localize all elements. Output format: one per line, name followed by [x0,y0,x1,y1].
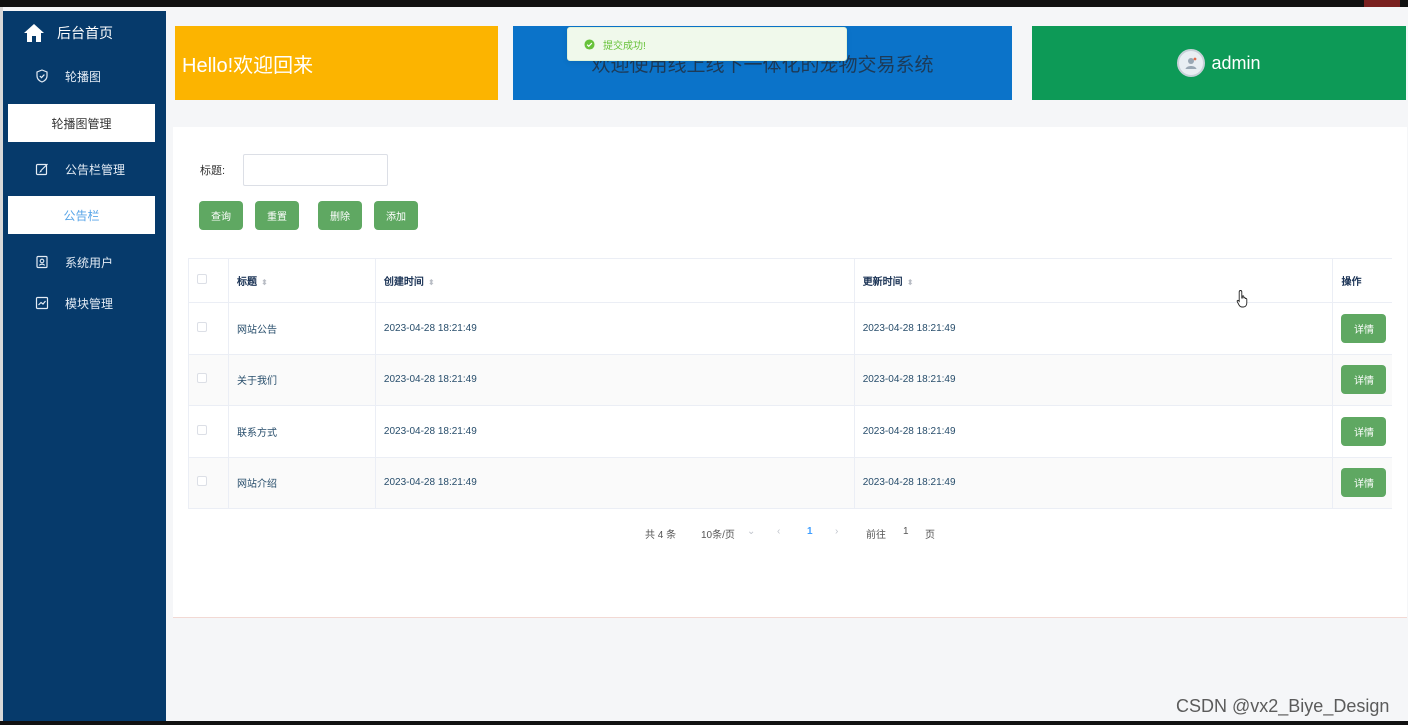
next-page-icon[interactable]: › [835,526,838,537]
chevron-down-icon[interactable]: ⌄ [747,526,755,537]
sort-icon[interactable]: ⬍ [428,278,435,287]
success-check-icon [584,38,595,50]
query-button[interactable]: 查询 [199,201,243,230]
cell-created: 2023-04-28 18:21:49 [375,405,855,458]
row-select-cell [188,302,229,355]
sidebar: 后台首页 轮播图 轮播图管理 公告栏管理 公告栏 系统用户 模块管理 [3,11,166,721]
column-title-label: 标题 [236,277,257,288]
row-checkbox[interactable] [197,321,207,332]
column-header-updated[interactable]: 更新时间 ⬍ [854,258,1334,303]
detail-button[interactable]: 详情 [1341,313,1387,343]
goto-suffix: 页 [925,530,935,541]
edit-icon [35,163,48,176]
table-row: 联系方式 2023-04-28 18:21:49 2023-04-28 18:2… [188,405,1392,458]
select-all-cell [188,258,229,303]
shield-icon [36,69,48,83]
home-icon [24,24,44,42]
search-title-label: 标题: [200,165,226,177]
goto-page-input[interactable]: 1 [903,526,909,537]
sidebar-item-notice-manage[interactable]: 公告栏管理 [3,149,166,189]
hand-cursor-icon [1236,290,1248,308]
column-header-title[interactable]: 标题 ⬍ [228,258,376,303]
search-title-input[interactable] [243,154,388,186]
cell-action: 详情 [1332,457,1392,509]
delete-button[interactable]: 删除 [318,201,362,230]
sidebar-subitem-label: 轮播图管理 [51,116,112,131]
cell-updated: 2023-04-28 18:21:49 [854,354,1334,406]
sidebar-item-label: 公告栏管理 [65,162,126,177]
cell-title: 联系方式 [228,405,376,458]
cell-updated: 2023-04-28 18:21:49 [854,405,1334,458]
toast-message: 提交成功! [603,40,646,52]
main-panel: 标题: 查询 重置 删除 添加 标题 ⬍ 创建时间 ⬍ 更新时间 ⬍ 操作 网站… [173,127,1407,618]
sidebar-item-label: 模块管理 [65,296,114,311]
select-all-checkbox[interactable] [197,274,207,284]
avatar[interactable] [1177,49,1206,77]
column-updated-label: 更新时间 [862,277,903,288]
table-row: 网站介绍 2023-04-28 18:21:49 2023-04-28 18:2… [188,457,1392,509]
sidebar-subitem-notice[interactable]: 公告栏 [8,196,155,234]
row-checkbox[interactable] [197,373,207,384]
cell-title: 网站公告 [228,302,376,355]
pagination-total: 共 4 条 [645,530,677,541]
sidebar-item-label: 轮播图 [65,69,102,84]
column-header-created[interactable]: 创建时间 ⬍ [375,258,855,303]
cell-created: 2023-04-28 18:21:49 [375,354,855,406]
sidebar-item-module-manage[interactable]: 模块管理 [3,283,166,323]
window-top-bar [0,0,1408,7]
detail-button[interactable]: 详情 [1341,365,1387,395]
table-row: 网站公告 2023-04-28 18:21:49 2023-04-28 18:2… [188,302,1392,355]
cell-updated: 2023-04-28 18:21:49 [854,302,1334,355]
sidebar-subitem-carousel-manage[interactable]: 轮播图管理 [8,104,155,142]
notice-table: 标题 ⬍ 创建时间 ⬍ 更新时间 ⬍ 操作 网站公告 2023-04-28 18:21… [188,258,1392,509]
watermark: CSDN @vx2_Biye_Design [1176,696,1390,716]
user-card-icon [36,255,48,269]
hello-text: Hello!欢迎回来 [182,54,314,77]
success-toast: 提交成功! [567,27,847,61]
pagination: 共 4 条 10条/页 ⌄ ‹ 1 › 前往 1 页 [173,526,1407,541]
table-row: 关于我们 2023-04-28 18:21:49 2023-04-28 18:2… [188,354,1392,406]
page-size-select[interactable]: 10条/页 [701,526,735,541]
detail-button[interactable]: 详情 [1341,416,1387,446]
cell-updated: 2023-04-28 18:21:49 [854,457,1334,509]
goto-prefix: 前往 [866,530,886,541]
cell-created: 2023-04-28 18:21:49 [375,302,855,355]
sort-icon[interactable]: ⬍ [907,278,914,287]
admin-username: admin [1211,52,1261,73]
reset-button[interactable]: 重置 [255,201,299,230]
column-created-label: 创建时间 [383,277,424,288]
cell-created: 2023-04-28 18:21:49 [375,457,855,509]
sidebar-home-label: 后台首页 [57,25,113,41]
current-page-number[interactable]: 1 [807,526,813,537]
sort-icon[interactable]: ⬍ [261,278,268,287]
row-checkbox[interactable] [197,476,207,487]
admin-card[interactable]: admin [1032,26,1406,100]
row-checkbox[interactable] [197,424,207,435]
row-select-cell [188,457,229,509]
column-action-label: 操作 [1341,277,1362,288]
cell-action: 详情 [1332,302,1392,355]
cell-action: 详情 [1332,405,1392,458]
prev-page-icon[interactable]: ‹ [777,526,780,537]
sidebar-home[interactable]: 后台首页 [3,11,166,55]
hello-card: Hello!欢迎回来 [175,26,498,100]
chart-icon [35,296,49,310]
sidebar-item-system-users[interactable]: 系统用户 [3,242,166,282]
table-header-row: 标题 ⬍ 创建时间 ⬍ 更新时间 ⬍ 操作 [188,258,1392,303]
sidebar-item-label: 系统用户 [65,255,114,270]
row-select-cell [188,354,229,406]
app-frame: 后台首页 轮播图 轮播图管理 公告栏管理 公告栏 系统用户 模块管理 Hello… [0,0,1408,725]
sidebar-item-carousel[interactable]: 轮播图 [3,56,166,96]
row-select-cell [188,405,229,458]
detail-button[interactable]: 详情 [1341,468,1387,498]
cell-title: 关于我们 [228,354,376,406]
window-top-accent [1364,0,1400,7]
column-header-action: 操作 [1332,258,1392,303]
add-button[interactable]: 添加 [374,201,418,230]
avatar-icon [1185,57,1197,69]
window-bottom-bar [0,721,1408,725]
cell-action: 详情 [1332,354,1392,406]
cell-title: 网站介绍 [228,457,376,509]
sidebar-subitem-label: 公告栏 [63,208,100,223]
